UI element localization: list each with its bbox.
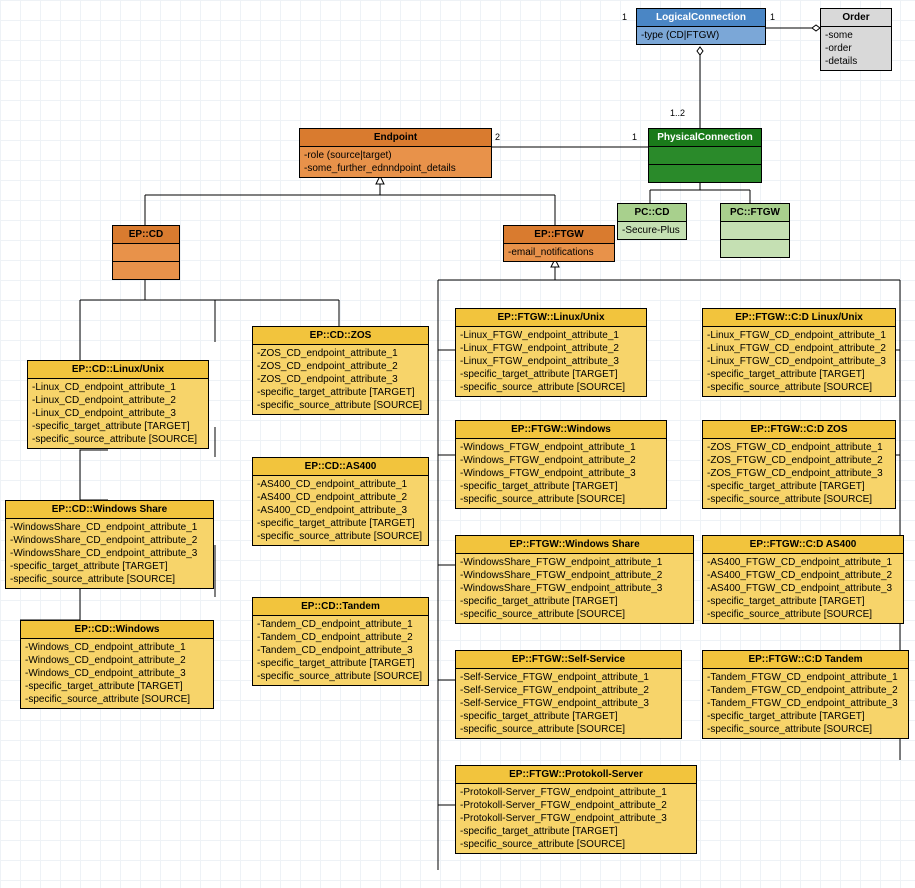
class-EP_CD_Linux: EP::CD::Linux/Unix-Linux_CD_endpoint_att… — [27, 360, 209, 449]
class-EP_FTGW_ProtokollServer: EP::FTGW::Protokoll-Server-Protokoll-Ser… — [455, 765, 697, 854]
class-EP_CD_WindowsShare: EP::CD::Windows Share-WindowsShare_CD_en… — [5, 500, 214, 589]
class-title: EP::FTGW — [504, 226, 614, 244]
class-attrs: -email_notifications — [504, 244, 614, 261]
class-attrs: -some-order-details — [821, 27, 891, 70]
class-attrs: -Linux_CD_endpoint_attribute_1-Linux_CD_… — [28, 379, 208, 448]
class-title: EP::FTGW::Linux/Unix — [456, 309, 646, 327]
class-title: Order — [821, 9, 891, 27]
class-title: EP::CD — [113, 226, 179, 244]
class-title: EP::CD::ZOS — [253, 327, 428, 345]
class-title: EP::FTGW::Windows — [456, 421, 666, 439]
class-EP_FTGW_Windows: EP::FTGW::Windows-Windows_FTGW_endpoint_… — [455, 420, 667, 509]
class-attrs: -Windows_CD_endpoint_attribute_1-Windows… — [21, 639, 213, 708]
class-title: EP::FTGW::Self-Service — [456, 651, 681, 669]
class-title: EP::CD::Linux/Unix — [28, 361, 208, 379]
class-EP_FTGW_CD_Tandem: EP::FTGW::C:D Tandem-Tandem_FTGW_CD_endp… — [702, 650, 909, 739]
class-title: EP::CD::Windows Share — [6, 501, 213, 519]
class-attrs: -Protokoll-Server_FTGW_endpoint_attribut… — [456, 784, 696, 853]
mult-lc-left: 1 — [622, 12, 627, 22]
class-title: Endpoint — [300, 129, 491, 147]
class-attrs: -Secure-Plus — [618, 222, 686, 239]
class-attrs — [721, 222, 789, 240]
class-Endpoint: Endpoint-role (source|target)-some_furth… — [299, 128, 492, 178]
class-title: EP::FTGW::C:D Tandem — [703, 651, 908, 669]
class-attrs: -Linux_FTGW_CD_endpoint_attribute_1-Linu… — [703, 327, 895, 396]
class-title: EP::FTGW::Protokoll-Server — [456, 766, 696, 784]
class-attrs: -WindowsShare_FTGW_endpoint_attribute_1-… — [456, 554, 693, 623]
class-EP_FTGW_Linux: EP::FTGW::Linux/Unix-Linux_FTGW_endpoint… — [455, 308, 647, 397]
class-title: EP::FTGW::C:D Linux/Unix — [703, 309, 895, 327]
class-attrs: -ZOS_FTGW_CD_endpoint_attribute_1-ZOS_FT… — [703, 439, 895, 508]
class-title: EP::FTGW::Windows Share — [456, 536, 693, 554]
class-EP_FTGW: EP::FTGW-email_notifications — [503, 225, 615, 262]
class-EP_CD_ZOS: EP::CD::ZOS-ZOS_CD_endpoint_attribute_1-… — [252, 326, 429, 415]
class-attrs: -Tandem_CD_endpoint_attribute_1-Tandem_C… — [253, 616, 428, 685]
mult-pc-top: 1..2 — [670, 108, 685, 118]
class-attrs: -AS400_FTGW_CD_endpoint_attribute_1-AS40… — [703, 554, 903, 623]
class-LogicalConnection: LogicalConnection-type (CD|FTGW) — [636, 8, 766, 45]
class-title: PhysicalConnection — [649, 129, 761, 147]
class-title: EP::FTGW::C:D AS400 — [703, 536, 903, 554]
class-EP_FTGW_CD_ZOS: EP::FTGW::C:D ZOS-ZOS_FTGW_CD_endpoint_a… — [702, 420, 896, 509]
class-title: EP::CD::Tandem — [253, 598, 428, 616]
class-PC_CD: PC::CD-Secure-Plus — [617, 203, 687, 240]
class-EP_CD_Tandem: EP::CD::Tandem-Tandem_CD_endpoint_attrib… — [252, 597, 429, 686]
class-EP_CD: EP::CD — [112, 225, 180, 280]
class-attrs: -Linux_FTGW_endpoint_attribute_1-Linux_F… — [456, 327, 646, 396]
class-title: PC::FTGW — [721, 204, 789, 222]
class-PC_FTGW: PC::FTGW — [720, 203, 790, 258]
class-title: EP::FTGW::C:D ZOS — [703, 421, 895, 439]
class-EP_FTGW_SelfService: EP::FTGW::Self-Service-Self-Service_FTGW… — [455, 650, 682, 739]
mult-lc-right: 1 — [770, 12, 775, 22]
class-EP_FTGW_CD_AS400: EP::FTGW::C:D AS400-AS400_FTGW_CD_endpoi… — [702, 535, 904, 624]
mult-pc-left: 1 — [632, 132, 637, 142]
class-attrs: -Windows_FTGW_endpoint_attribute_1-Windo… — [456, 439, 666, 508]
class-EP_FTGW_WindowsShare: EP::FTGW::Windows Share-WindowsShare_FTG… — [455, 535, 694, 624]
class-PhysicalConnection: PhysicalConnection — [648, 128, 762, 183]
class-title: EP::CD::AS400 — [253, 458, 428, 476]
class-title: PC::CD — [618, 204, 686, 222]
class-attrs — [113, 244, 179, 262]
class-title: EP::CD::Windows — [21, 621, 213, 639]
class-attrs: -WindowsShare_CD_endpoint_attribute_1-Wi… — [6, 519, 213, 588]
class-attrs — [649, 147, 761, 165]
mult-ep-right: 2 — [495, 132, 500, 142]
class-EP_CD_Windows: EP::CD::Windows-Windows_CD_endpoint_attr… — [20, 620, 214, 709]
class-attrs: -AS400_CD_endpoint_attribute_1-AS400_CD_… — [253, 476, 428, 545]
class-title: LogicalConnection — [637, 9, 765, 27]
class-EP_CD_AS400: EP::CD::AS400-AS400_CD_endpoint_attribut… — [252, 457, 429, 546]
class-EP_FTGW_CD_Linux: EP::FTGW::C:D Linux/Unix-Linux_FTGW_CD_e… — [702, 308, 896, 397]
class-attrs: -Self-Service_FTGW_endpoint_attribute_1-… — [456, 669, 681, 738]
class-attrs: -type (CD|FTGW) — [637, 27, 765, 44]
class-attrs: -Tandem_FTGW_CD_endpoint_attribute_1-Tan… — [703, 669, 908, 738]
class-Order: Order-some-order-details — [820, 8, 892, 71]
class-attrs: -ZOS_CD_endpoint_attribute_1-ZOS_CD_endp… — [253, 345, 428, 414]
class-attrs: -role (source|target)-some_further_ednnd… — [300, 147, 491, 177]
